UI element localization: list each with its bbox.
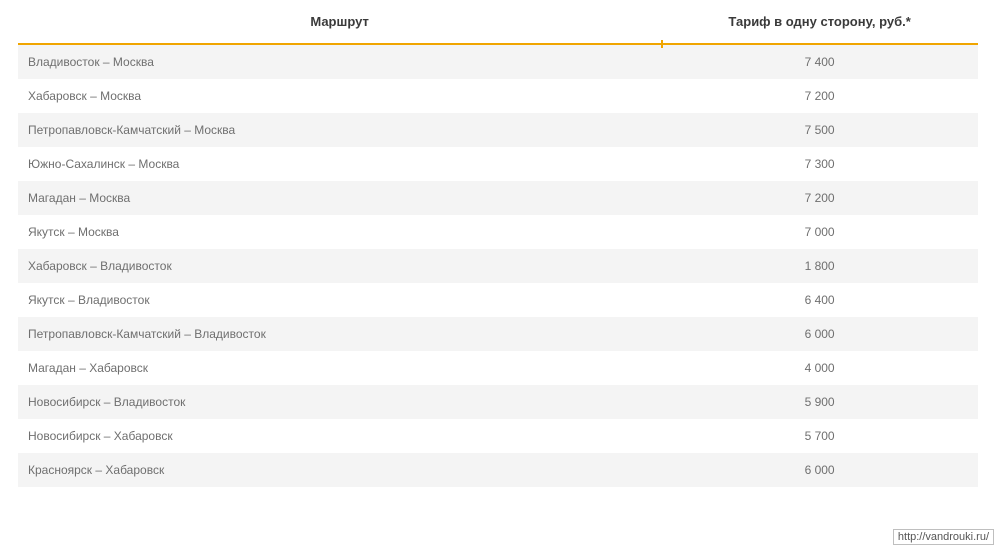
cell-price: 4 000 — [661, 351, 978, 385]
cell-price: 7 300 — [661, 147, 978, 181]
table-row: Красноярск – Хабаровск 6 000 — [18, 453, 978, 487]
cell-route: Красноярск – Хабаровск — [18, 453, 661, 487]
cell-price: 7 500 — [661, 113, 978, 147]
table-row: Петропавловск-Камчатский – Москва 7 500 — [18, 113, 978, 147]
cell-route: Магадан – Москва — [18, 181, 661, 215]
table-row: Магадан – Хабаровск 4 000 — [18, 351, 978, 385]
table-row: Владивосток – Москва 7 400 — [18, 45, 978, 79]
table-row: Магадан – Москва 7 200 — [18, 181, 978, 215]
header-route: Маршрут — [18, 0, 661, 43]
cell-price: 5 700 — [661, 419, 978, 453]
table-row: Якутск – Владивосток 6 400 — [18, 283, 978, 317]
table-row: Петропавловск-Камчатский – Владивосток 6… — [18, 317, 978, 351]
cell-price: 1 800 — [661, 249, 978, 283]
table-header-row: Маршрут Тариф в одну сторону, руб.* — [18, 0, 978, 43]
table-row: Хабаровск – Владивосток 1 800 — [18, 249, 978, 283]
cell-route: Магадан – Хабаровск — [18, 351, 661, 385]
cell-route: Владивосток – Москва — [18, 45, 661, 79]
cell-route: Новосибирск – Владивосток — [18, 385, 661, 419]
cell-price: 7 200 — [661, 79, 978, 113]
table-row: Новосибирск – Владивосток 5 900 — [18, 385, 978, 419]
cell-price: 7 200 — [661, 181, 978, 215]
table-row: Якутск – Москва 7 000 — [18, 215, 978, 249]
cell-route: Якутск – Владивосток — [18, 283, 661, 317]
cell-route: Южно-Сахалинск – Москва — [18, 147, 661, 181]
cell-route: Новосибирск – Хабаровск — [18, 419, 661, 453]
cell-route: Якутск – Москва — [18, 215, 661, 249]
header-price: Тариф в одну сторону, руб.* — [661, 0, 978, 43]
cell-route: Петропавловск-Камчатский – Москва — [18, 113, 661, 147]
table-row: Новосибирск – Хабаровск 5 700 — [18, 419, 978, 453]
fare-table-body: Владивосток – Москва 7 400 Хабаровск – М… — [18, 45, 978, 487]
table-row: Хабаровск – Москва 7 200 — [18, 79, 978, 113]
table-row: Южно-Сахалинск – Москва 7 300 — [18, 147, 978, 181]
cell-price: 7 000 — [661, 215, 978, 249]
table-body: Владивосток – Москва 7 400 Хабаровск – М… — [18, 45, 978, 487]
cell-price: 6 400 — [661, 283, 978, 317]
watermark: http://vandrouki.ru/ — [893, 529, 994, 545]
fare-table: Маршрут Тариф в одну сторону, руб.* — [18, 0, 978, 43]
cell-route: Хабаровск – Владивосток — [18, 249, 661, 283]
cell-price: 6 000 — [661, 317, 978, 351]
cell-route: Хабаровск – Москва — [18, 79, 661, 113]
cell-route: Петропавловск-Камчатский – Владивосток — [18, 317, 661, 351]
cell-price: 5 900 — [661, 385, 978, 419]
cell-price: 6 000 — [661, 453, 978, 487]
cell-price: 7 400 — [661, 45, 978, 79]
header-divider — [18, 43, 978, 45]
